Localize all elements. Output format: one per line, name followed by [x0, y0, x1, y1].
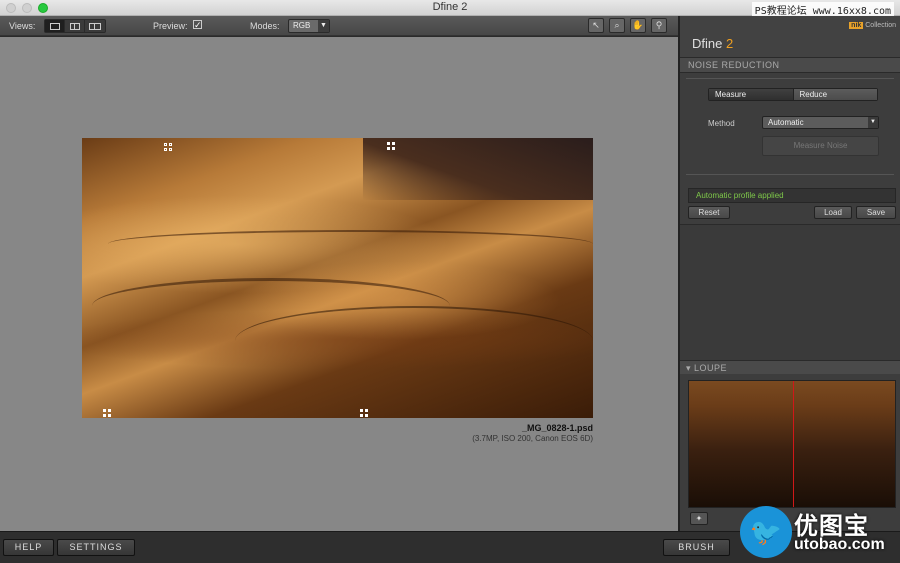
image-sky: [363, 138, 593, 200]
measure-point-marker[interactable]: [164, 143, 172, 151]
single-view-button[interactable]: [45, 20, 65, 32]
preview-canvas[interactable]: _MG_0828-1.psd (3.7MP, ISO 200, Canon EO…: [0, 37, 678, 531]
pin-icon: ✦: [695, 514, 703, 523]
loupe-header[interactable]: ▾ LOUPE: [680, 360, 900, 374]
modes-label: Modes:: [250, 21, 280, 31]
tab-reduce[interactable]: Reduce: [793, 89, 877, 100]
mode-value: RGB: [293, 21, 311, 30]
help-button[interactable]: HELP: [3, 539, 54, 556]
status-message: Automatic profile applied: [688, 188, 896, 203]
method-select[interactable]: Automatic ▼: [762, 116, 879, 129]
watermark-logo: 🐦 优图宝 utobao.com: [740, 500, 900, 563]
divider: [686, 78, 894, 79]
dfine-window: Dfine 2 PS教程论坛 www.16xx8.com Views: Prev…: [0, 0, 900, 563]
magnifier-icon: ⌕: [614, 20, 620, 30]
file-info: (3.7MP, ISO 200, Canon EOS 6D): [472, 434, 593, 443]
hand-icon: ✋: [632, 20, 644, 30]
image-dune-ridge: [235, 306, 593, 376]
preview-image[interactable]: [82, 138, 593, 418]
mode-select[interactable]: RGB ▼: [288, 19, 330, 33]
measure-point-marker[interactable]: [103, 409, 111, 417]
loupe-view[interactable]: [688, 380, 896, 508]
pointer-icon: ↖: [592, 20, 600, 30]
divider: [686, 174, 894, 175]
mode-tabs: Measure Reduce: [708, 88, 878, 101]
toolbar: Views: Preview: ✓ Modes: RGB ▼ ↖ ⌕ ✋ ⚲: [0, 16, 678, 36]
app-name-text: Dfine: [692, 36, 723, 51]
app-name: Dfine 2: [692, 36, 733, 51]
views-label: Views:: [9, 21, 36, 31]
nik-logo-text: Collection: [865, 22, 896, 29]
noise-reduction-header[interactable]: NOISE REDUCTION: [680, 58, 900, 73]
chevron-down-icon: ▼: [318, 20, 329, 32]
loupe-title: LOUPE: [694, 363, 728, 373]
loupe-pin-button[interactable]: ✦: [690, 512, 708, 525]
pin-tool-button[interactable]: ⚲: [651, 18, 667, 33]
preview-label: Preview:: [153, 21, 188, 31]
image-dune-ridge: [107, 230, 593, 258]
watermark-top-text: PS教程论坛 www.16xx8.com: [751, 2, 894, 17]
settings-button[interactable]: SETTINGS: [57, 539, 135, 556]
file-name: _MG_0828-1.psd: [521, 423, 593, 433]
bird-icon: 🐦: [740, 506, 792, 558]
arrow-tool-button[interactable]: ↖: [588, 18, 604, 33]
split-view-button[interactable]: [65, 20, 85, 32]
nik-collection-logo: nik Collection: [849, 22, 896, 29]
method-label: Method: [708, 119, 735, 128]
single-view-icon: [49, 22, 60, 30]
load-button[interactable]: Load: [814, 206, 852, 219]
pin-icon: ⚲: [655, 20, 663, 30]
app-version: 2: [725, 36, 734, 51]
nik-logo-mark: nik: [849, 22, 864, 29]
disclosure-triangle-icon: ▾: [686, 363, 692, 373]
side-by-side-view-button[interactable]: [85, 20, 105, 32]
save-button[interactable]: Save: [856, 206, 896, 219]
control-panel: Dfine 2 nik Collection NOISE REDUCTION M…: [678, 16, 900, 531]
hand-tool-button[interactable]: ✋: [630, 18, 646, 33]
view-mode-group: [44, 19, 106, 33]
method-value: Automatic: [768, 118, 804, 127]
loupe-split-line[interactable]: [793, 381, 794, 507]
title-bar: Dfine 2 PS教程论坛 www.16xx8.com: [0, 0, 900, 17]
watermark-en-text: utobao.com: [794, 536, 885, 553]
panel-empty-area: [680, 224, 900, 360]
measure-noise-button[interactable]: Measure Noise: [762, 136, 879, 156]
measure-point-marker[interactable]: [387, 142, 395, 150]
brush-button[interactable]: BRUSH: [663, 539, 730, 556]
side-by-side-view-icon: [89, 22, 101, 30]
preview-checkbox[interactable]: ✓: [193, 20, 202, 30]
measure-point-marker[interactable]: [360, 409, 368, 417]
split-view-icon: [69, 22, 80, 30]
reset-button[interactable]: Reset: [688, 206, 730, 219]
chevron-down-icon: ▼: [868, 117, 878, 128]
zoom-tool-button[interactable]: ⌕: [609, 18, 625, 33]
tab-measure[interactable]: Measure: [709, 89, 794, 100]
panel-header: Dfine 2 nik Collection: [680, 16, 900, 58]
